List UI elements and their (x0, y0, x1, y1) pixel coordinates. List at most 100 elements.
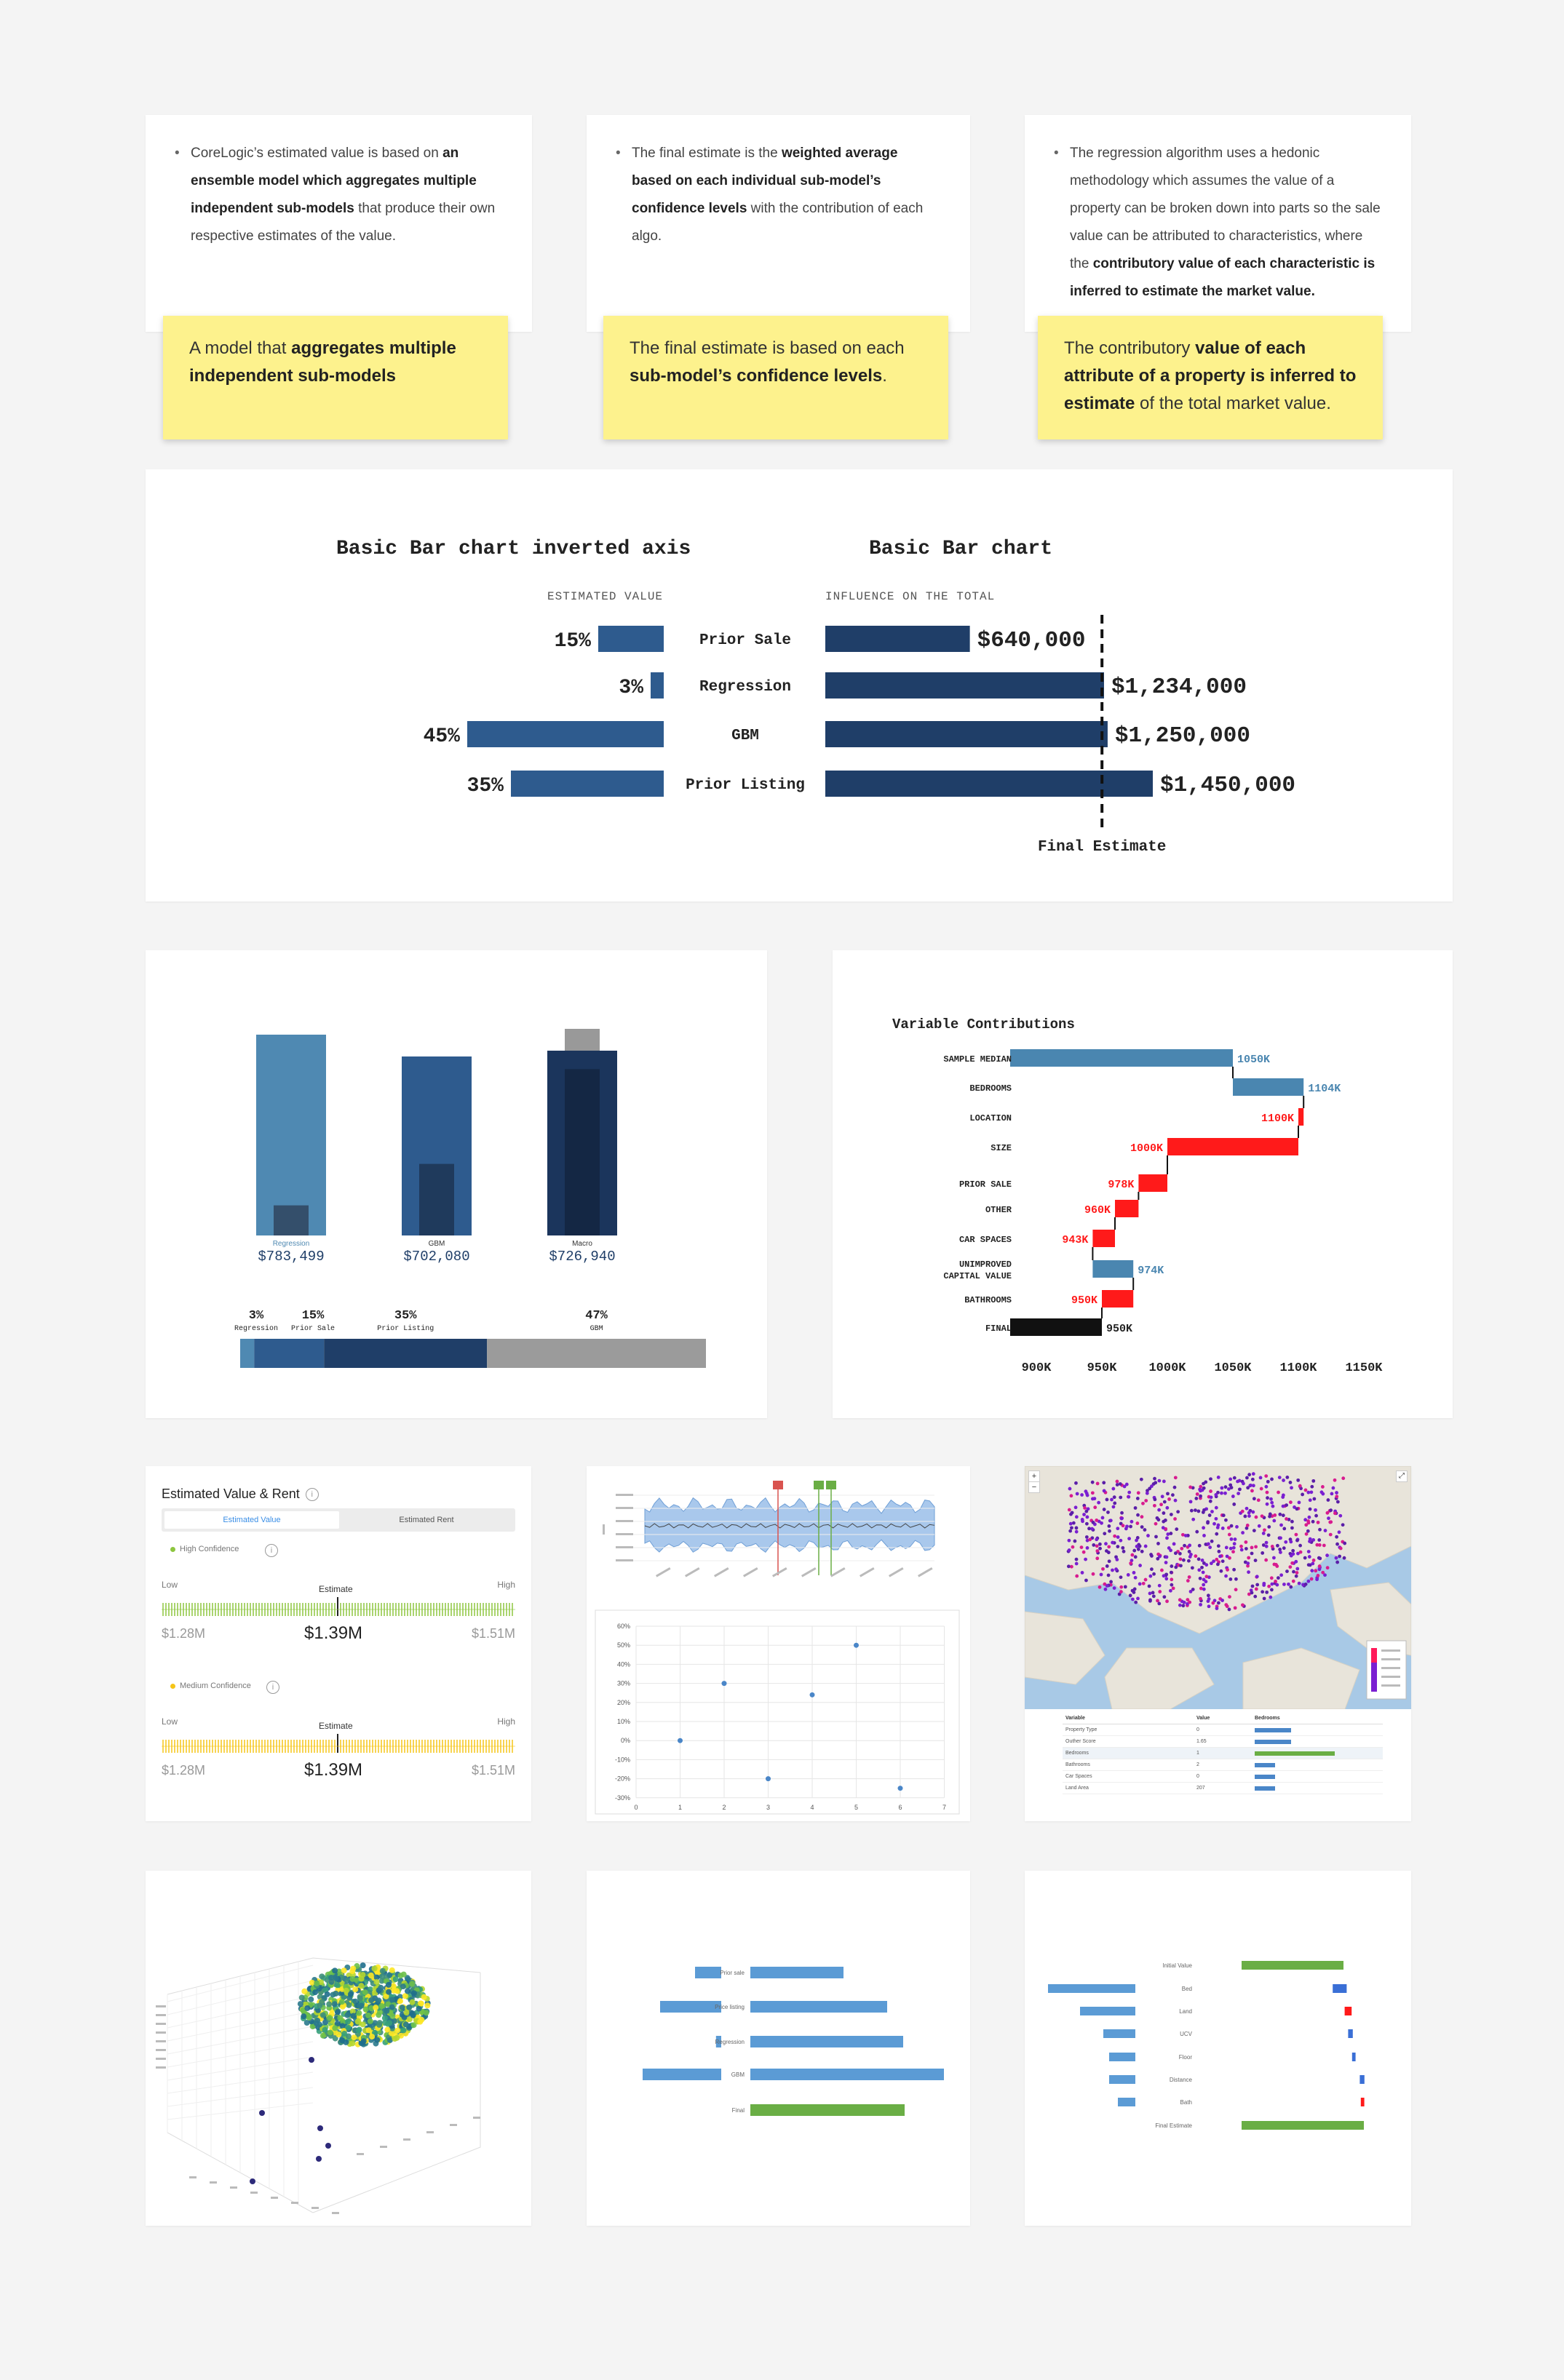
info-icon[interactable]: i (265, 1544, 278, 1557)
medium-confidence-range-bar (162, 1734, 515, 1753)
property-dot (1095, 1519, 1099, 1522)
axis-tick-label (189, 2176, 197, 2178)
property-dot (1092, 1497, 1097, 1501)
scatter-3d-point (402, 2021, 409, 2028)
property-dot (1071, 1545, 1075, 1549)
property-dot (1310, 1484, 1314, 1489)
right-bar (750, 2036, 903, 2047)
table-row[interactable]: Bathrooms 2 (1063, 1759, 1383, 1771)
property-dot (1125, 1524, 1129, 1529)
scatter-3d-point (397, 1973, 404, 1979)
property-dot (1291, 1579, 1295, 1583)
property-dot (1084, 1535, 1089, 1539)
property-dot (1256, 1498, 1261, 1503)
property-dot (1263, 1528, 1266, 1532)
x-tick-label: 6 (898, 1804, 902, 1811)
property-dot (1069, 1494, 1073, 1498)
text-fragment: A model that (189, 338, 292, 358)
property-dot (1224, 1545, 1228, 1550)
table-row[interactable]: Property Type 0 (1063, 1724, 1383, 1736)
property-dot (1265, 1490, 1269, 1495)
property-dot (1157, 1583, 1162, 1588)
map-zoom-out-button[interactable]: − (1028, 1481, 1040, 1493)
waterfall-chart: Variable Contributions 1050K SAMPLE MEDIAN… (892, 1016, 1383, 1375)
property-dot (1182, 1600, 1186, 1604)
scatter-3d-point (317, 2002, 323, 2009)
scatter-3d-point (385, 1981, 392, 1988)
property-dot (1306, 1529, 1310, 1533)
info-icon[interactable]: i (305, 1487, 319, 1501)
note-text-weighted: The final estimate is the weighted avera… (616, 140, 941, 250)
scatter-3d-point (400, 1983, 406, 1990)
table-cell-bar (1255, 1751, 1335, 1756)
info-icon[interactable]: i (266, 1681, 279, 1694)
property-dot (1116, 1545, 1120, 1549)
property-dot (1188, 1500, 1193, 1504)
contribution-bar (1333, 1984, 1347, 1993)
property-dot (1297, 1500, 1301, 1505)
map-variable-table: Variable Value Bedrooms Property Type 0 Ou… (1063, 1714, 1383, 1794)
property-dot (1101, 1567, 1105, 1571)
property-dot (1170, 1583, 1174, 1587)
property-dot (1282, 1583, 1286, 1586)
property-dot (1334, 1556, 1338, 1560)
property-dot (1279, 1536, 1282, 1540)
property-dot (1335, 1491, 1338, 1495)
submodel-value: $702,080 (403, 1249, 469, 1265)
property-dot (1074, 1481, 1078, 1485)
property-dot (1317, 1564, 1322, 1568)
property-dot (1167, 1497, 1171, 1501)
property-dot (1330, 1492, 1334, 1496)
property-dot (1287, 1582, 1290, 1586)
property-dot (1207, 1513, 1212, 1517)
table-row[interactable]: Outher Score 1.65 (1063, 1736, 1383, 1748)
right-bar (750, 2001, 887, 2013)
x-tick-label (655, 1567, 671, 1577)
property-dot (1095, 1549, 1100, 1553)
property-dot (1252, 1497, 1256, 1501)
text-fragment: contributory value of each characteristi… (1070, 256, 1376, 299)
category-label: GBM (731, 728, 759, 744)
property-dot (1098, 1546, 1102, 1551)
property-dot (1140, 1525, 1144, 1529)
scatter-3d-point (379, 1967, 386, 1974)
weight-segment (487, 1339, 706, 1368)
waterfall-category-label: BATHROOMS (964, 1295, 1012, 1305)
left-bar (1118, 2098, 1135, 2106)
tab-estimated-value[interactable]: Estimated Value (164, 1511, 339, 1529)
property-dot (1173, 1517, 1177, 1521)
property-dot (1307, 1555, 1311, 1559)
property-dot (1260, 1514, 1264, 1519)
property-dot (1115, 1483, 1119, 1486)
table-row[interactable]: Bedrooms 1 (1063, 1748, 1383, 1759)
property-dot (1232, 1542, 1236, 1546)
property-dot (1311, 1519, 1315, 1524)
y-tick-label: 60% (617, 1623, 630, 1630)
property-dot (1247, 1556, 1251, 1560)
property-dot (1261, 1590, 1265, 1594)
property-dot (1081, 1550, 1086, 1554)
submodel-fill (419, 1163, 454, 1235)
property-dot (1244, 1547, 1248, 1551)
table-row[interactable]: Car Spaces 0 (1063, 1771, 1383, 1783)
category-label: Prior sale (720, 1970, 745, 1976)
low-label: Low (162, 1716, 178, 1727)
property-dot (1233, 1537, 1237, 1541)
property-dot (1172, 1485, 1177, 1489)
property-dot (1199, 1494, 1202, 1498)
waterfall-bar (1138, 1174, 1167, 1192)
scatter-3d-point (319, 2012, 326, 2018)
scatter-3d-point (367, 2018, 373, 2024)
left-bar (1048, 1984, 1135, 1993)
map-fullscreen-button[interactable]: ⤢ (1396, 1470, 1408, 1482)
property-dot (1116, 1527, 1120, 1531)
scatter-point (809, 1692, 815, 1698)
table-row[interactable]: Land Area 207 (1063, 1783, 1383, 1794)
scatter-3d-point (373, 2005, 379, 2011)
left-bar (695, 1967, 721, 1978)
property-map[interactable] (1025, 1466, 1411, 1709)
tab-estimated-rent[interactable]: Estimated Rent (341, 1511, 512, 1529)
weight-label: Prior Listing (377, 1324, 434, 1333)
map-zoom-in-button[interactable]: + (1028, 1470, 1040, 1482)
initial-value-bar (1242, 1961, 1343, 1970)
